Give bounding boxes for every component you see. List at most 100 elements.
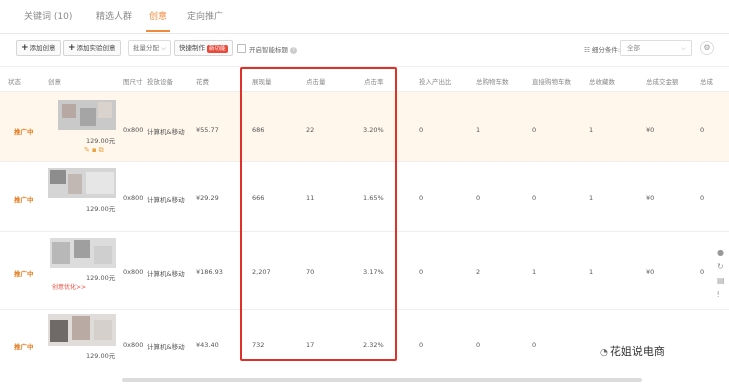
ctr: 3.20%: [363, 126, 384, 134]
quick-make-button[interactable]: 快捷制作 新功能: [174, 40, 233, 56]
batch-select-dropdown[interactable]: 批量分配 ⌵: [128, 40, 171, 56]
status-badge: 推广中: [14, 196, 34, 204]
clicks: 22: [306, 126, 315, 134]
col-impressions[interactable]: 展现量: [252, 76, 272, 86]
impressions: 2,207: [252, 268, 271, 276]
active-tab-indicator: [146, 30, 170, 32]
tab-creative[interactable]: 创意: [149, 9, 167, 22]
table-header: 状态 创意 图尺寸 投放设备 花费 展现量 点击量 点击率 投入产出比 总购物车…: [0, 66, 729, 92]
creative-optimize-link[interactable]: 创意优化>>: [52, 282, 86, 291]
copy-icon[interactable]: ⧉: [99, 146, 106, 154]
image-size: 0x800: [123, 341, 144, 349]
total-more: 0: [700, 194, 705, 202]
refresh-icon[interactable]: ↻: [717, 262, 729, 271]
ctr: 1.65%: [363, 194, 384, 202]
add-test-creative-button[interactable]: +添加实验创意: [63, 40, 121, 56]
pin-icon[interactable]: ●: [717, 248, 729, 257]
watermark: ◔ 花姐说电商: [600, 343, 665, 359]
help-icon[interactable]: ?: [290, 46, 298, 54]
col-device: 投放设备: [147, 78, 173, 86]
cart-total: 2: [476, 268, 481, 276]
table-row[interactable]: 推广中 129.00元 ✎▪⧉ 0x800 计算机&移动 ¥55.77 686 …: [0, 92, 729, 162]
smart-title-text: 开启智能标题: [249, 46, 288, 54]
table-row[interactable]: 推广中 129.00元 创意优化>> 0x800 计算机&移动 ¥186.93 …: [0, 232, 729, 310]
segment-select[interactable]: 全部 ⌵: [620, 40, 692, 56]
document-icon[interactable]: ▤: [717, 276, 729, 285]
cost: ¥186.93: [196, 268, 223, 276]
col-ctr[interactable]: 点击率: [364, 76, 384, 86]
clicks: 70: [306, 268, 315, 276]
gmv: ¥0: [646, 268, 655, 276]
cost: ¥29.29: [196, 194, 219, 202]
device: 计算机&移动: [147, 128, 185, 136]
clicks: 11: [306, 194, 315, 202]
total-more: 0: [700, 126, 705, 134]
col-creative: 创意: [48, 78, 61, 86]
segment-icon: ☷: [584, 46, 592, 54]
cart-direct: 0: [532, 194, 537, 202]
col-total-more[interactable]: 总成: [700, 76, 713, 86]
table-row[interactable]: 推广中 129.00元 0x800 计算机&移动 ¥29.29 666 11 1…: [0, 162, 729, 232]
image-size: 0x800: [123, 268, 144, 276]
tab-selected-audience[interactable]: 精选人群: [96, 9, 132, 22]
impressions: 686: [252, 126, 265, 134]
cost: ¥43.40: [196, 341, 219, 349]
delete-icon[interactable]: ▪: [92, 146, 99, 154]
gmv: ¥0: [646, 126, 655, 134]
favorites: 1: [589, 126, 594, 134]
status-badge: 推广中: [14, 343, 34, 351]
creative-price: 129.00元: [86, 274, 116, 282]
gear-icon[interactable]: ⚙: [700, 41, 714, 55]
col-clicks[interactable]: 点击量: [306, 76, 326, 86]
plus-icon: +: [68, 43, 76, 53]
add-test-creative-label: 添加实验创意: [76, 44, 116, 52]
col-status: 状态: [8, 78, 21, 86]
col-cart-total[interactable]: 总购物车数: [476, 76, 509, 86]
cost: ¥55.77: [196, 126, 219, 134]
image-size: 0x800: [123, 126, 144, 134]
roi: 0: [419, 341, 424, 349]
col-favorites[interactable]: 总收藏数: [589, 76, 615, 86]
cart-total: 0: [476, 341, 481, 349]
ctr: 3.17%: [363, 268, 384, 276]
total-more: 0: [700, 268, 705, 276]
roi: 0: [419, 268, 424, 276]
col-roi[interactable]: 投入产出比: [419, 76, 452, 86]
col-cost[interactable]: 花费: [196, 76, 209, 86]
creative-thumbnail[interactable]: [48, 314, 116, 346]
creative-price: 129.00元: [86, 137, 116, 145]
horizontal-scrollbar[interactable]: [122, 378, 642, 382]
row-actions: ✎▪⧉: [84, 146, 106, 155]
favorites: 1: [589, 268, 594, 276]
plus-icon: +: [21, 43, 29, 53]
device: 计算机&移动: [147, 270, 185, 278]
favorites: 1: [589, 194, 594, 202]
segment-value: 全部: [627, 44, 640, 52]
cart-direct: 1: [532, 268, 537, 276]
smart-title-checkbox[interactable]: [237, 44, 246, 53]
info-icon[interactable]: ǃ: [717, 290, 729, 299]
roi: 0: [419, 126, 424, 134]
creative-thumbnail[interactable]: [48, 168, 116, 198]
device: 计算机&移动: [147, 343, 185, 351]
creative-thumbnail[interactable]: [58, 100, 116, 130]
creative-thumbnail[interactable]: [50, 238, 116, 268]
cart-total: 0: [476, 194, 481, 202]
quick-make-label: 快捷制作: [179, 44, 205, 52]
creative-price: 129.00元: [86, 352, 116, 360]
cart-direct: 0: [532, 341, 537, 349]
status-badge: 推广中: [14, 270, 34, 278]
edit-icon[interactable]: ✎: [84, 146, 92, 154]
gmv: ¥0: [646, 194, 655, 202]
batch-select-label: 批量分配: [133, 44, 159, 52]
tab-targeted-promotion[interactable]: 定向推广: [187, 9, 223, 22]
segment-label: ☷ 细分条件:: [584, 44, 620, 54]
add-creative-button[interactable]: +添加创意: [16, 40, 61, 56]
side-toolbar: ● ↻ ▤ ǃ: [717, 248, 729, 314]
col-gmv[interactable]: 总成交金额: [646, 76, 679, 86]
segment-label-text: 细分条件:: [591, 46, 621, 54]
tab-keywords[interactable]: 关键词 (10): [24, 9, 72, 22]
smart-title-label: 开启智能标题 ?: [249, 44, 298, 54]
col-cart-direct[interactable]: 直接购物车数: [532, 76, 571, 86]
add-creative-label: 添加创意: [29, 44, 56, 52]
